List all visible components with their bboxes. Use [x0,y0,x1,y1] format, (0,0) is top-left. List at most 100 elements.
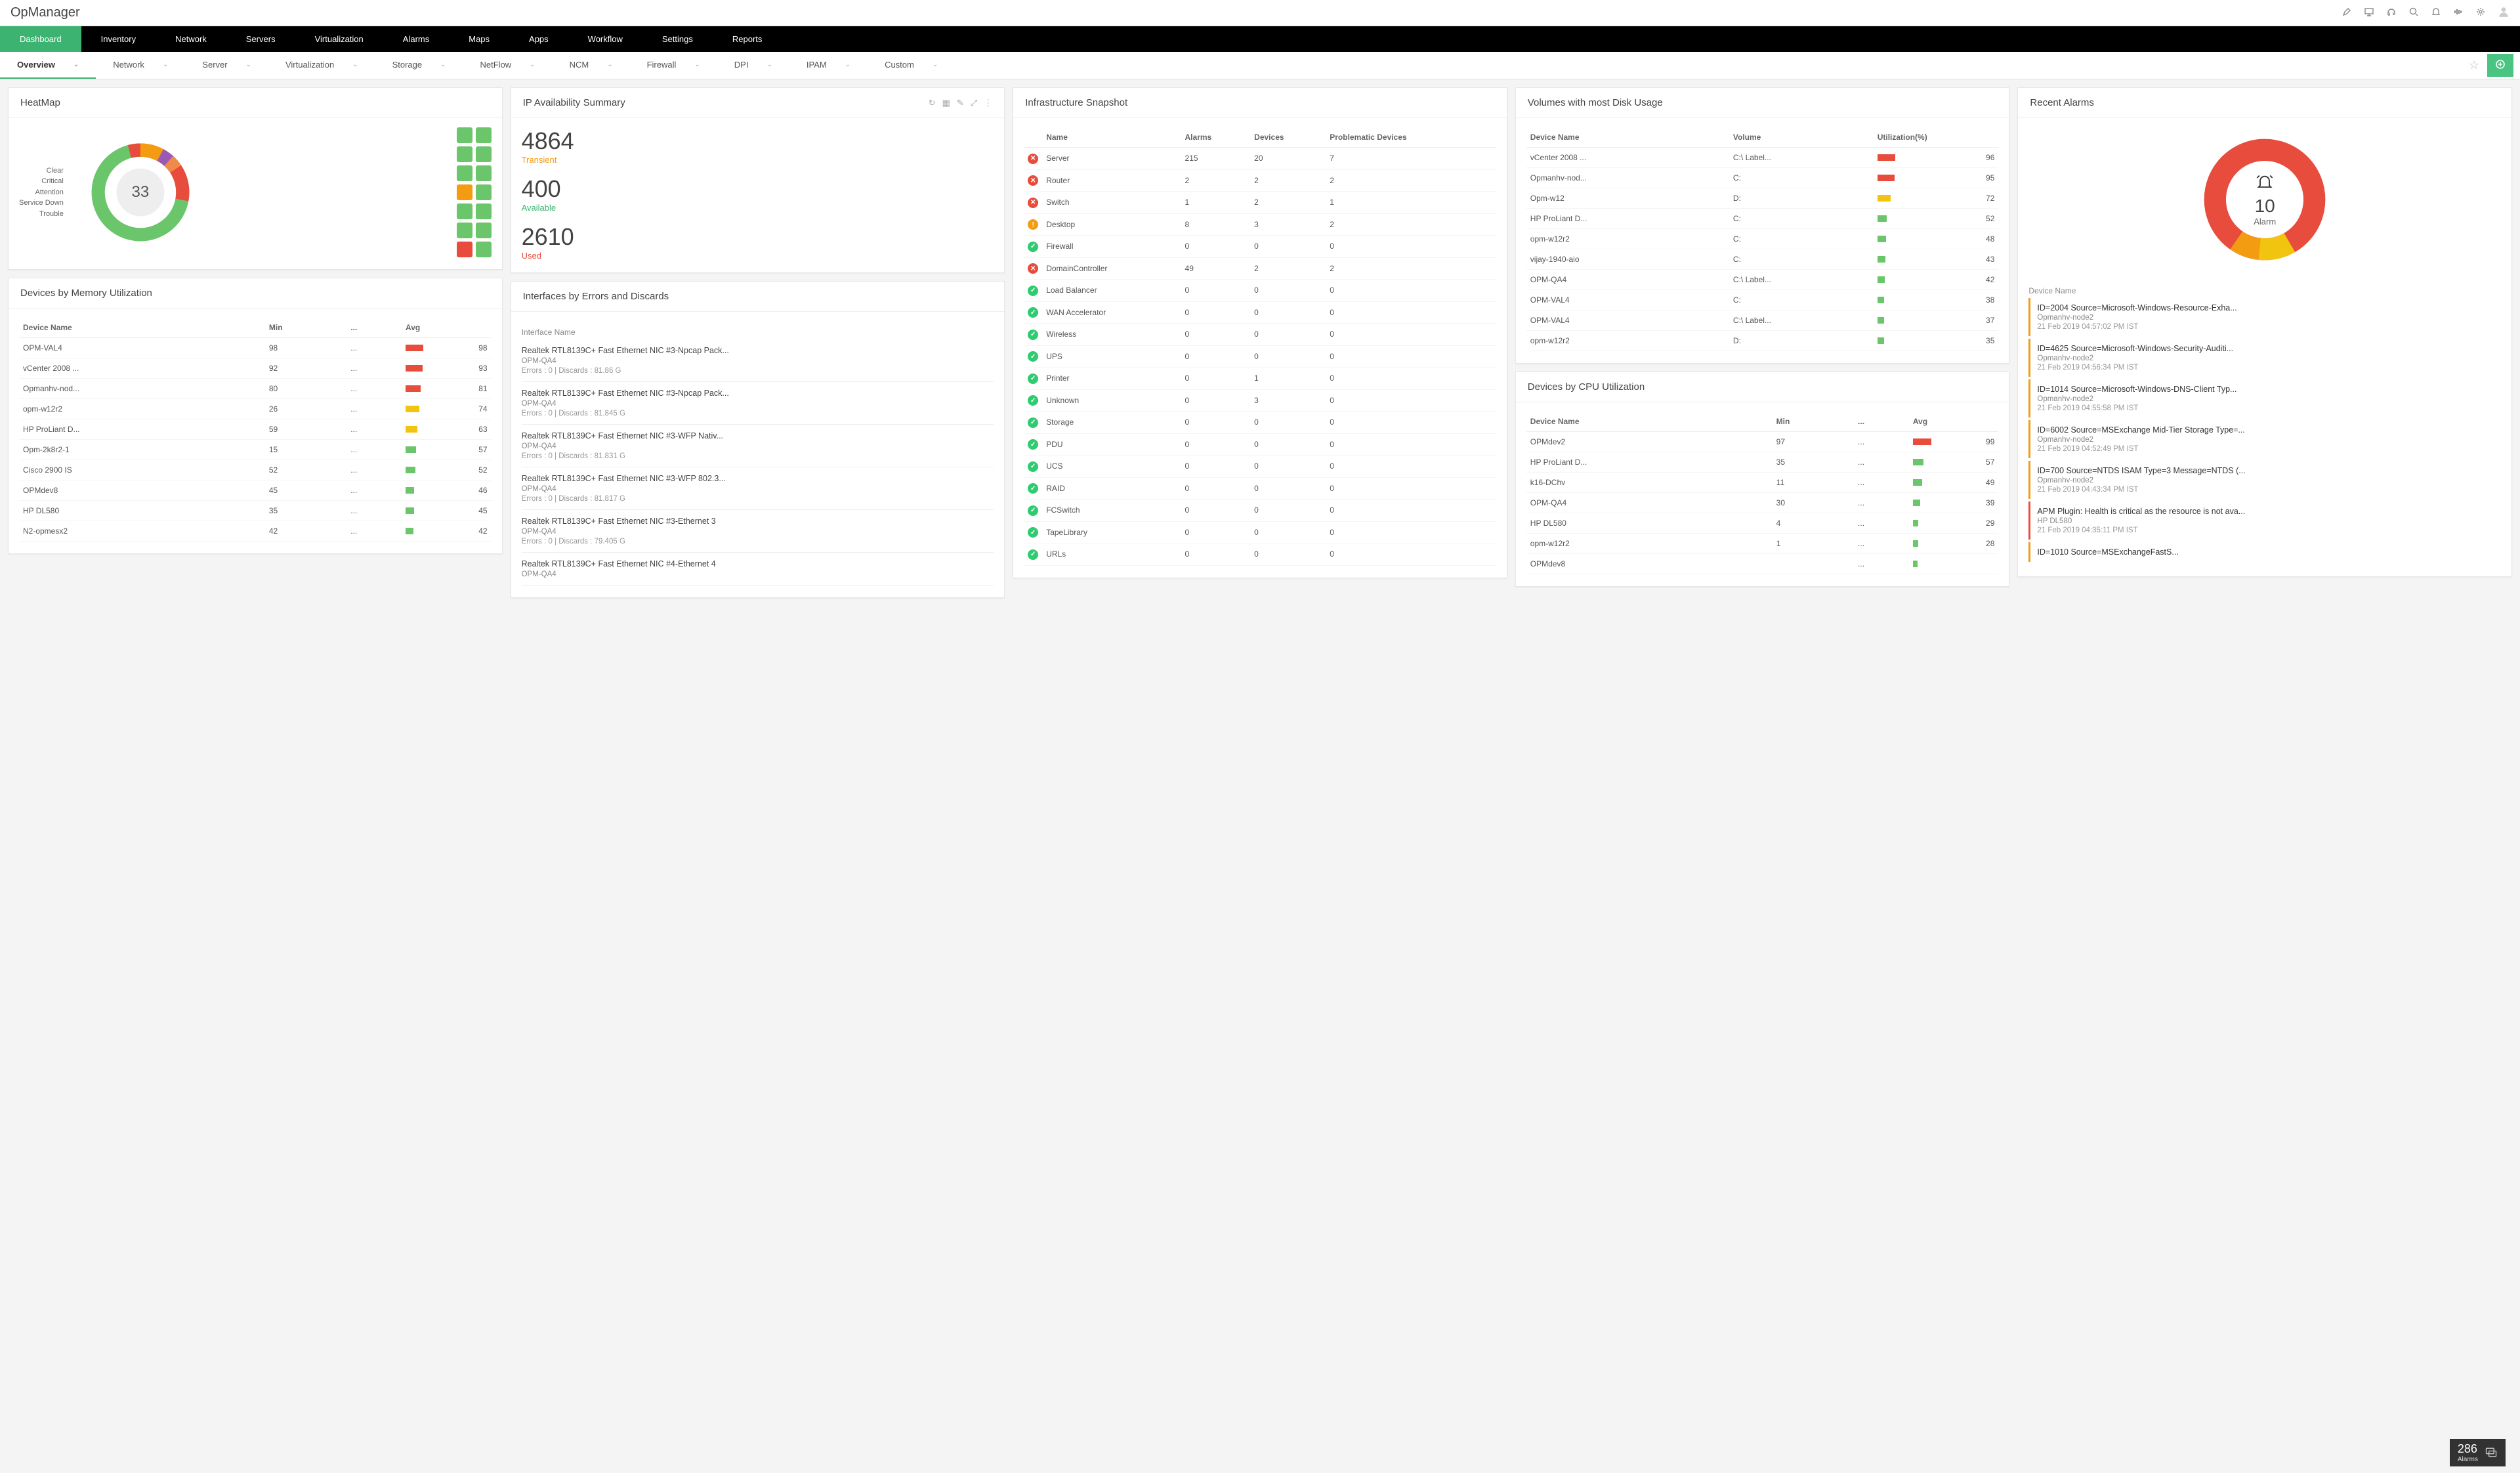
table-row[interactable]: !Desktop832 [1024,213,1496,236]
col-min[interactable]: Min [265,318,346,338]
table-row[interactable]: ✓WAN Accelerator000 [1024,301,1496,324]
subnav-virtualization[interactable]: Virtualization⌄ [268,52,375,79]
table-row[interactable]: ✓FCSwitch000 [1024,500,1496,522]
list-item[interactable]: Realtek RTL8139C+ Fast Ethernet NIC #3-W… [522,467,994,510]
bell-icon[interactable] [2431,7,2441,19]
table-row[interactable]: opm-w12r21...28 [1526,534,1999,554]
col-util[interactable]: Utilization(%) [1874,127,1999,148]
support-icon[interactable] [2386,7,2397,19]
gear-icon[interactable] [2475,7,2486,19]
table-row[interactable]: OPM-VAL4C:38 [1526,290,1999,310]
table-row[interactable]: ✓URLs000 [1024,544,1496,566]
add-widget-button[interactable] [2487,54,2513,77]
nav-inventory[interactable]: Inventory [81,26,156,52]
table-row[interactable]: ✓Storage000 [1024,412,1496,434]
table-row[interactable]: HP DL58035...45 [19,501,492,521]
table-row[interactable]: Opm-2k8r2-115...57 [19,440,492,460]
list-item[interactable]: Realtek RTL8139C+ Fast Ethernet NIC #3-N… [522,339,994,382]
table-row[interactable]: HP ProLiant D...C:52 [1526,209,1999,229]
expand-icon[interactable]: ⤢ [971,98,977,108]
nav-settings[interactable]: Settings [642,26,713,52]
table-row[interactable]: ✓UPS000 [1024,345,1496,368]
alarm-item[interactable]: ID=2004 Source=Microsoft-Windows-Resourc… [2028,298,2501,336]
subnav-overview[interactable]: Overview⌄ [0,52,96,79]
subnav-storage[interactable]: Storage⌄ [375,52,463,79]
nav-workflow[interactable]: Workflow [568,26,642,52]
nav-maps[interactable]: Maps [449,26,509,52]
list-item[interactable]: Realtek RTL8139C+ Fast Ethernet NIC #3-E… [522,510,994,553]
list-item[interactable]: Realtek RTL8139C+ Fast Ethernet NIC #4-E… [522,553,994,586]
table-row[interactable]: ✕DomainController4922 [1024,257,1496,280]
nav-alarms[interactable]: Alarms [383,26,449,52]
table-row[interactable]: OPM-QA4C:\ Label...42 [1526,270,1999,290]
voice-icon[interactable] [2453,7,2464,19]
table-row[interactable]: ✓Load Balancer000 [1024,280,1496,302]
table-row[interactable]: ✓Unknown030 [1024,389,1496,412]
table-row[interactable]: ✕Server215207 [1024,148,1496,170]
nav-servers[interactable]: Servers [226,26,295,52]
col-volume[interactable]: Volume [1729,127,1874,148]
table-row[interactable]: OPMdev297...99 [1526,432,1999,452]
nav-dashboard[interactable]: Dashboard [0,26,81,52]
slideshow-icon[interactable] [2364,7,2374,19]
rocket-icon[interactable] [2342,7,2352,19]
table-row[interactable]: Opm-w12D:72 [1526,188,1999,209]
alarm-item[interactable]: ID=4625 Source=Microsoft-Windows-Securit… [2028,339,2501,377]
close-icon[interactable]: ⋮ [984,98,992,108]
table-row[interactable]: HP DL5804...29 [1526,513,1999,534]
table-row[interactable]: vijay-1940-aioC:43 [1526,249,1999,270]
table-row[interactable]: vCenter 2008 ...92...93 [19,358,492,379]
nav-virtualization[interactable]: Virtualization [295,26,383,52]
alarm-item[interactable]: ID=1014 Source=Microsoft-Windows-DNS-Cli… [2028,379,2501,417]
search-icon[interactable] [2408,7,2419,19]
table-row[interactable]: N2-opmesx242...42 [19,521,492,542]
alarm-item[interactable]: ID=700 Source=NTDS ISAM Type=3 Message=N… [2028,461,2501,499]
subnav-server[interactable]: Server⌄ [185,52,268,79]
subnav-ncm[interactable]: NCM⌄ [553,52,630,79]
col-name[interactable]: Name [1042,127,1181,148]
subnav-netflow[interactable]: NetFlow⌄ [463,52,553,79]
col-device[interactable]: Device Name [1526,127,1729,148]
table-row[interactable]: ✓TapeLibrary000 [1024,521,1496,544]
table-row[interactable]: ✓RAID000 [1024,477,1496,500]
table-row[interactable]: ✕Router222 [1024,169,1496,192]
col-problematic[interactable]: Problematic Devices [1326,127,1496,148]
alarm-item[interactable]: ID=1010 Source=MSExchangeFastS... [2028,542,2501,562]
col-device[interactable]: Device Name [19,318,265,338]
list-item[interactable]: Realtek RTL8139C+ Fast Ethernet NIC #3-N… [522,382,994,425]
col-avg[interactable]: Avg [402,318,492,338]
subnav-firewall[interactable]: Firewall⌄ [630,52,717,79]
table-row[interactable]: OPM-VAL4C:\ Label...37 [1526,310,1999,331]
nav-network[interactable]: Network [156,26,226,52]
table-row[interactable]: OPM-VAL498...98 [19,338,492,358]
global-alarm-badge[interactable]: 286 Alarms [2450,1439,2506,1466]
table-row[interactable]: k16-DChv11...49 [1526,473,1999,493]
table-row[interactable]: HP ProLiant D...35...57 [1526,452,1999,473]
table-row[interactable]: ✓Firewall000 [1024,236,1496,258]
table-row[interactable]: vCenter 2008 ...C:\ Label...96 [1526,148,1999,168]
table-row[interactable]: Opmanhv-nod...80...81 [19,379,492,399]
chart-icon[interactable]: ▦ [942,98,950,108]
table-row[interactable]: OPM-QA430...39 [1526,493,1999,513]
col-avg[interactable]: Avg [1909,412,1999,432]
table-row[interactable]: Opmanhv-nod...C:95 [1526,168,1999,188]
refresh-icon[interactable]: ↻ [929,98,936,108]
col-device[interactable]: Device Name [1526,412,1773,432]
subnav-custom[interactable]: Custom⌄ [868,52,955,79]
alarm-item[interactable]: ID=6002 Source=MSExchange Mid-Tier Stora… [2028,420,2501,458]
col-devices[interactable]: Devices [1250,127,1326,148]
table-row[interactable]: OPMdev845...46 [19,480,492,501]
user-icon[interactable] [2498,6,2510,20]
table-row[interactable]: ✓PDU000 [1024,433,1496,456]
table-row[interactable]: ✕Switch121 [1024,192,1496,214]
col-min[interactable]: Min [1773,412,1854,432]
alarm-item[interactable]: APM Plugin: Health is critical as the re… [2028,502,2501,540]
col-device-name[interactable]: Device Name [2028,280,2501,298]
table-row[interactable]: HP ProLiant D...59...63 [19,419,492,440]
table-row[interactable]: ✓Wireless000 [1024,324,1496,346]
table-row[interactable]: OPMdev8... [1526,554,1999,574]
subnav-dpi[interactable]: DPI⌄ [717,52,789,79]
list-item[interactable]: Realtek RTL8139C+ Fast Ethernet NIC #3-W… [522,425,994,467]
subnav-ipam[interactable]: IPAM⌄ [789,52,868,79]
col-interface[interactable]: Interface Name [522,321,994,339]
